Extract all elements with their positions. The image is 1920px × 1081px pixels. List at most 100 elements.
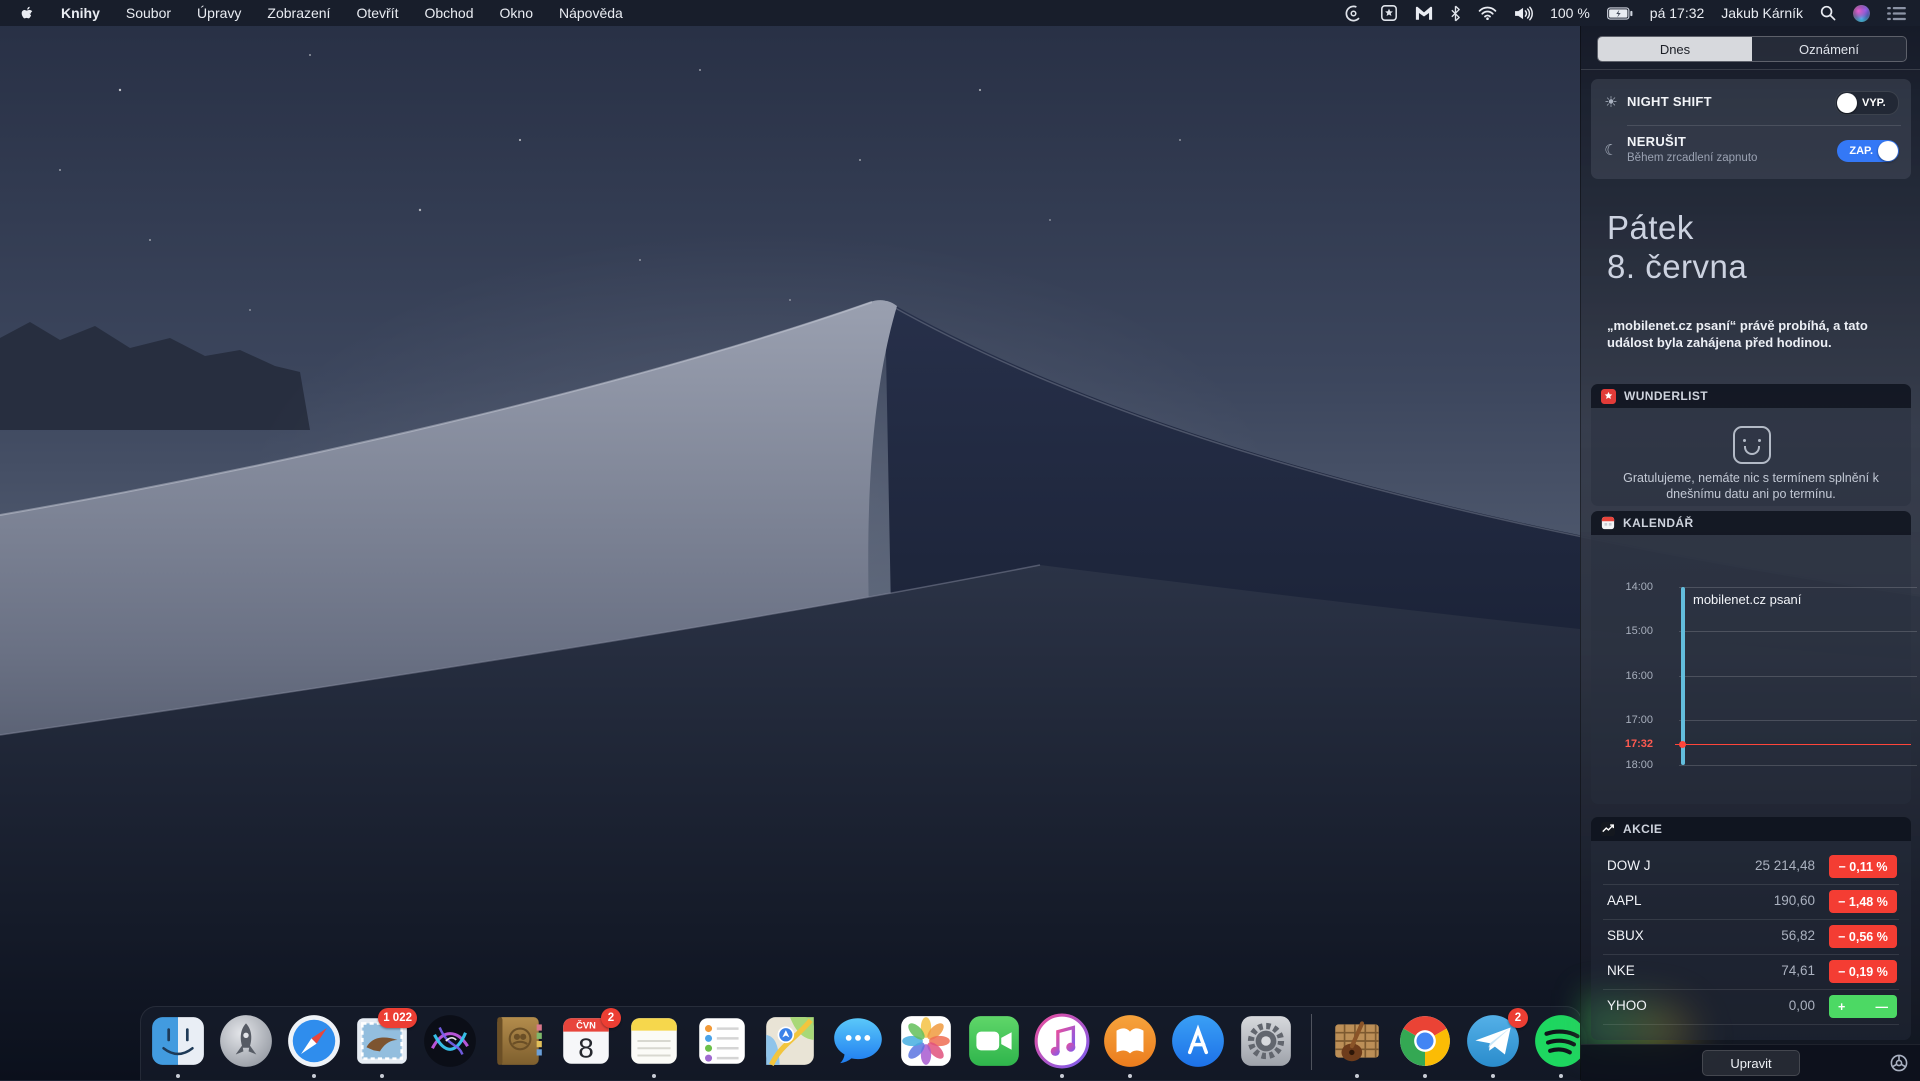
dock-item-facetime[interactable]	[965, 1012, 1023, 1070]
dock-item-messages[interactable]	[829, 1012, 887, 1070]
stocks-widget: AKCIE DOW J25 214,48− 0,11 %AAPL190,60− …	[1591, 817, 1911, 1040]
toggle-knob	[1837, 93, 1857, 113]
dock-item-photos[interactable]	[897, 1012, 955, 1070]
running-indicator	[652, 1074, 656, 1078]
toggle-knob	[1878, 141, 1898, 161]
badge: 2	[601, 1008, 621, 1028]
dock-item-siri[interactable]	[421, 1012, 479, 1070]
siri-menu-icon[interactable]	[1853, 5, 1870, 22]
widget-settings-icon[interactable]	[1889, 1053, 1909, 1073]
stock-value: 190,60	[1774, 893, 1815, 908]
menu-obchod[interactable]: Obchod	[424, 5, 473, 21]
toggles-card: ☀ NIGHT SHIFT VYP. ☾ NERUŠIT Během zrcad…	[1591, 79, 1911, 179]
wunderlist-widget: WUNDERLIST Gratulujeme, nemáte nic s ter…	[1591, 384, 1911, 506]
dnd-toggle[interactable]: ZAP.	[1837, 140, 1899, 162]
sun-icon: ☀	[1601, 93, 1621, 111]
calendar-gridline	[1679, 631, 1917, 632]
dock-item-telegram[interactable]: 2	[1464, 1012, 1522, 1070]
stock-row-dow-j[interactable]: DOW J25 214,48− 0,11 %	[1591, 849, 1911, 884]
wunderlist-icon	[1601, 389, 1616, 404]
smiley-icon	[1733, 426, 1771, 464]
menu-n-pov-da[interactable]: Nápověda	[559, 5, 623, 21]
stock-value: 25 214,48	[1755, 858, 1815, 873]
dnd-label: NERUŠIT	[1627, 134, 1686, 149]
dock-item-itunes[interactable]	[1033, 1012, 1091, 1070]
night-shift-label: NIGHT SHIFT	[1627, 94, 1712, 109]
dock-item-calendar[interactable]: ČVN82	[557, 1012, 615, 1070]
edit-widgets-button[interactable]: Upravit	[1702, 1050, 1800, 1076]
adobe-creative-cloud-icon[interactable]	[1344, 4, 1363, 22]
menu--pravy[interactable]: Úpravy	[197, 5, 241, 21]
stock-row-yhoo[interactable]: YHOO0,00+—	[1591, 989, 1911, 1024]
wunderlist-header[interactable]: WUNDERLIST	[1591, 384, 1911, 408]
bluetooth-icon[interactable]	[1450, 4, 1461, 22]
menu-user-name[interactable]: Jakub Kárník	[1721, 5, 1803, 21]
calendar-gridline	[1679, 720, 1917, 721]
tab-notifications[interactable]: Oznámení	[1752, 37, 1906, 61]
stock-row-aapl[interactable]: AAPL190,60− 1,48 %	[1591, 884, 1911, 919]
stock-row-nke[interactable]: NKE74,61− 0,19 %	[1591, 954, 1911, 989]
moon-icon: ☾	[1601, 141, 1621, 159]
dock-item-launchpad[interactable]	[217, 1012, 275, 1070]
menu-zobrazen-[interactable]: Zobrazení	[267, 5, 330, 21]
menu-app-name[interactable]: Knihy	[61, 5, 100, 21]
night-shift-toggle[interactable]: VYP.	[1835, 91, 1899, 115]
dock-item-system-preferences[interactable]	[1237, 1012, 1295, 1070]
running-indicator	[1559, 1074, 1563, 1078]
calendar-hour-label: 18:00	[1593, 759, 1653, 771]
apple-logo-icon[interactable]	[20, 4, 35, 22]
dock-item-safari[interactable]	[285, 1012, 343, 1070]
dock-item-contacts[interactable]	[489, 1012, 547, 1070]
menu-clock[interactable]: pá 17:32	[1650, 5, 1705, 21]
volume-icon[interactable]	[1514, 4, 1533, 22]
svg-text:ČVN: ČVN	[576, 1020, 596, 1031]
dock-item-chrome[interactable]	[1396, 1012, 1454, 1070]
dock-item-garageband[interactable]	[1328, 1012, 1386, 1070]
current-event-note: „mobilenet.cz psaní“ právě probíhá, a ta…	[1607, 317, 1899, 351]
dock-item-app-store[interactable]	[1169, 1012, 1227, 1070]
wifi-icon[interactable]	[1478, 4, 1497, 22]
date-day: 8. června	[1607, 248, 1747, 286]
dock-item-finder[interactable]	[149, 1012, 207, 1070]
password-manager-icon[interactable]	[1380, 4, 1398, 22]
nc-footer: Upravit	[1581, 1044, 1920, 1081]
date-weekday: Pátek	[1607, 209, 1694, 247]
badge: 1 022	[378, 1008, 417, 1028]
calendar-widget: KALENDÁŘ 14:0015:0016:0017:0018:00 mobil…	[1591, 511, 1911, 804]
tab-today[interactable]: Dnes	[1598, 37, 1752, 61]
battery-icon[interactable]	[1607, 4, 1633, 22]
do-not-disturb-row: ☾ NERUŠIT Během zrcadlení zapnuto ZAP.	[1591, 125, 1911, 179]
wunderlist-title: WUNDERLIST	[1624, 389, 1708, 403]
stock-symbol: NKE	[1607, 963, 1635, 978]
wunderlist-message: Gratulujeme, nemáte nic s termínem splně…	[1601, 470, 1901, 502]
calendar-gridline	[1679, 765, 1917, 766]
notification-center-icon[interactable]	[1887, 4, 1906, 22]
stock-value: 0,00	[1789, 998, 1815, 1013]
calendar-mini-icon	[1601, 516, 1615, 530]
calendar-hour-label: 17:00	[1593, 714, 1653, 726]
stock-symbol: SBUX	[1607, 928, 1644, 943]
menu-otev-t[interactable]: Otevřít	[356, 5, 398, 21]
stock-value: 56,82	[1781, 928, 1815, 943]
calendar-title: KALENDÁŘ	[1623, 516, 1694, 530]
stock-row-sbux[interactable]: SBUX56,82− 0,56 %	[1591, 919, 1911, 954]
calendar-event-title[interactable]: mobilenet.cz psaní	[1693, 592, 1801, 607]
malwarebytes-icon[interactable]	[1415, 4, 1433, 22]
stock-change-badge: − 1,48 %	[1829, 890, 1897, 913]
menu-soubor[interactable]: Soubor	[126, 5, 171, 21]
stock-change-badge: − 0,11 %	[1829, 855, 1897, 878]
current-time-line	[1675, 744, 1911, 745]
dock-item-maps[interactable]	[761, 1012, 819, 1070]
dock-divider	[1311, 1014, 1312, 1070]
battery-percent: 100 %	[1550, 5, 1590, 21]
dnd-sublabel: Během zrcadlení zapnuto	[1627, 152, 1757, 164]
calendar-header[interactable]: KALENDÁŘ	[1591, 511, 1911, 535]
dock-item-notes[interactable]	[625, 1012, 683, 1070]
stock-symbol: YHOO	[1607, 998, 1647, 1013]
stocks-header[interactable]: AKCIE	[1591, 817, 1911, 841]
dock-item-mail[interactable]: 1 022	[353, 1012, 411, 1070]
spotlight-search-icon[interactable]	[1820, 4, 1836, 22]
dock-item-books[interactable]	[1101, 1012, 1159, 1070]
dock-item-reminders[interactable]	[693, 1012, 751, 1070]
menu-okno[interactable]: Okno	[500, 5, 533, 21]
